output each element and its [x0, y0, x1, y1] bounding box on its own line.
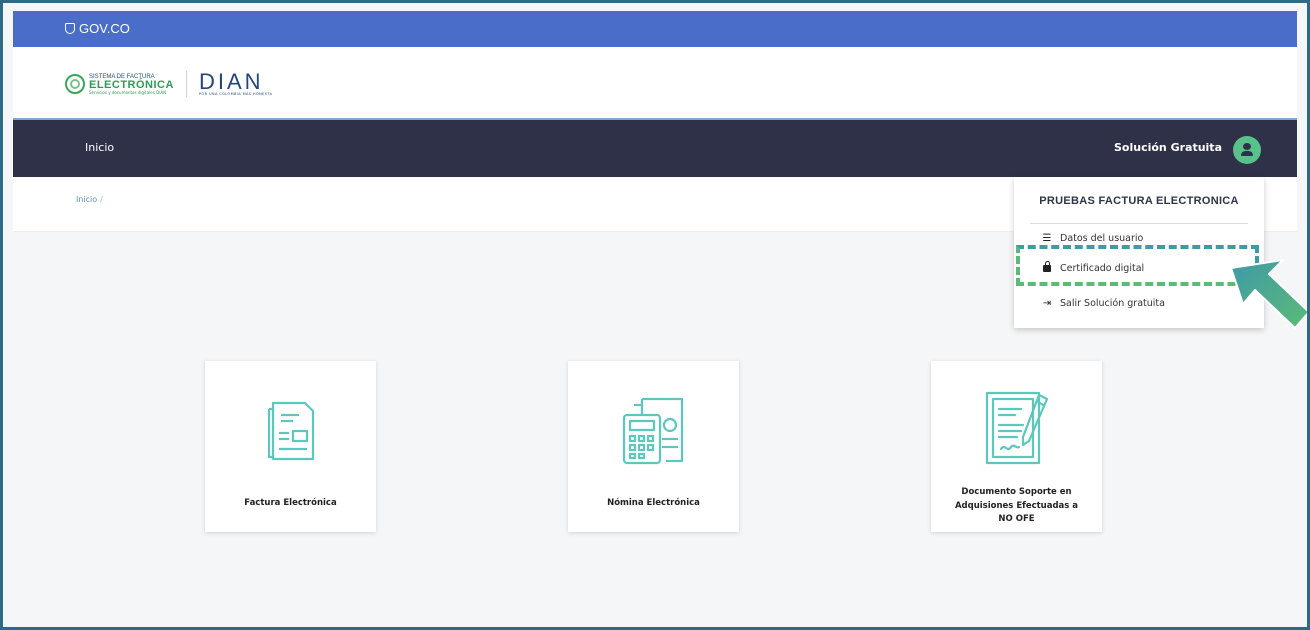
card-label-line: NO OFE: [998, 514, 1035, 524]
brand-header: SISTEMA DE FACTURA ELECTRÓNICA Servicios…: [13, 47, 1297, 120]
menu-divider: [1030, 223, 1248, 224]
breadcrumb: Inicio /: [76, 195, 103, 204]
card-label-line: Documento Soporte en: [961, 487, 1072, 497]
sf-logo-line3: Servicios y documentos digitales DIAN: [89, 89, 167, 95]
user-avatar-icon: [1243, 143, 1251, 150]
pointer-arrow-icon: [1230, 259, 1307, 329]
brand-divider: [185, 71, 187, 97]
app-frame: GOV.CO SISTEMA DE FACTURA ELECTRÓNICA Se…: [0, 0, 1310, 630]
gov-co-label: GOV.CO: [79, 21, 130, 36]
user-avatar-button[interactable]: [1233, 136, 1261, 164]
card-nomina-electronica[interactable]: Nómina Electrónica: [568, 361, 739, 532]
factura-electronica-emblem-icon: [65, 74, 85, 94]
invoice-icon: [267, 401, 315, 461]
payroll-calculator-icon: [622, 397, 684, 465]
card-label-line: Adquisiones Efectuadas a: [954, 500, 1079, 511]
menu-item-salir[interactable]: ⇥ Salir Solución gratuita: [1040, 295, 1165, 311]
breadcrumb-home[interactable]: Inicio: [76, 195, 97, 204]
user-data-icon: ☰: [1042, 232, 1052, 244]
menu-item-label: Salir Solución gratuita: [1060, 297, 1165, 309]
logout-icon: ⇥: [1042, 297, 1052, 309]
breadcrumb-separator: /: [100, 195, 103, 204]
factura-electronica-logo: SISTEMA DE FACTURA ELECTRÓNICA Servicios…: [89, 74, 174, 95]
main-nav: Inicio Solución Gratuita: [13, 120, 1297, 177]
gov-shield-icon: [65, 23, 75, 34]
dian-tagline: POR UNA COLOMBIA MÁS HONESTA: [198, 92, 273, 97]
card-factura-electronica[interactable]: Factura Electrónica: [205, 361, 376, 532]
card-documento-soporte[interactable]: Documento Soporte en Adquisiones Efectua…: [931, 361, 1102, 532]
nav-home-link[interactable]: Inicio: [85, 141, 114, 154]
menu-title: PRUEBAS FACTURA ELECTRONICA: [1039, 195, 1239, 207]
card-label-nomina: Nómina Electrónica: [607, 498, 700, 508]
nav-user-name[interactable]: Solución Gratuita: [1114, 141, 1222, 154]
sf-logo-line2: ELECTRÓNICA: [89, 78, 174, 91]
card-label-factura: Factura Electrónica: [244, 498, 337, 508]
menu-item-datos-usuario[interactable]: ☰ Datos del usuario: [1040, 230, 1144, 246]
dian-wordmark: DIAN: [198, 69, 264, 95]
signed-document-icon: [985, 391, 1049, 465]
gov-co-link[interactable]: GOV.CO: [65, 21, 130, 36]
user-avatar-icon-body: [1241, 151, 1253, 156]
menu-item-label: Datos del usuario: [1060, 232, 1144, 244]
gov-bar: GOV.CO: [13, 11, 1297, 47]
brand-logo[interactable]: SISTEMA DE FACTURA ELECTRÓNICA Servicios…: [65, 71, 272, 97]
dian-logo: DIAN POR UNA COLOMBIA MÁS HONESTA: [199, 71, 272, 97]
card-label-documento-soporte: Documento Soporte en Adquisiones Efectua…: [937, 486, 1096, 527]
